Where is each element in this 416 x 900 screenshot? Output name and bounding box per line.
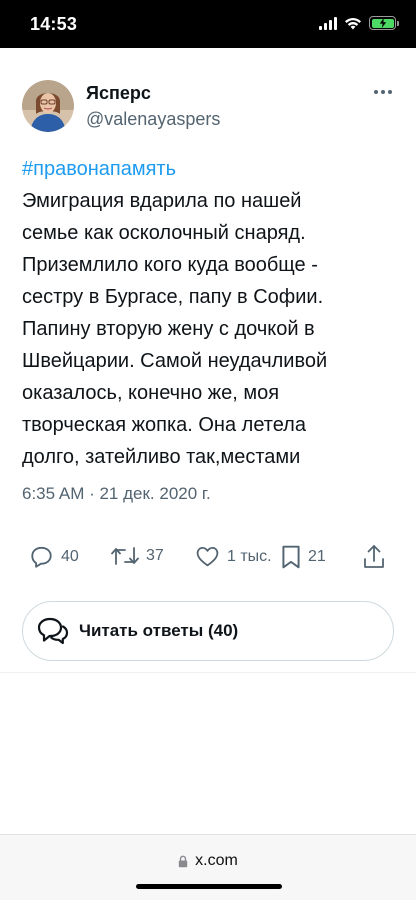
heart-icon	[196, 546, 219, 567]
cellular-signal-icon	[319, 16, 337, 30]
battery-icon	[369, 16, 399, 30]
share-button[interactable]	[362, 544, 386, 570]
like-button[interactable]: 1 тыс.	[194, 544, 272, 569]
bookmark-count: 21	[308, 548, 326, 565]
bookmark-icon	[282, 545, 300, 569]
reply-button[interactable]: 40	[28, 544, 79, 570]
share-icon	[364, 545, 384, 568]
read-replies-button[interactable]: Читать ответы (40)	[22, 601, 394, 661]
author-display-name[interactable]: Ясперс	[86, 83, 151, 104]
tweet-text: Эмиграция вдарила по нашей семье как оск…	[22, 190, 328, 468]
home-indicator[interactable]	[136, 884, 282, 889]
avatar[interactable]	[22, 80, 74, 132]
reply-icon	[31, 546, 52, 568]
lock-icon	[178, 855, 188, 867]
chat-bubbles-icon	[37, 617, 69, 645]
wifi-icon	[345, 17, 361, 29]
tweet-body: #правонапамять Эмиграция вдарила по наше…	[22, 153, 394, 473]
divider	[0, 672, 416, 673]
tweet-actions: 40 37 1 тыс. 21	[22, 544, 392, 578]
bookmark-button[interactable]: 21	[280, 544, 326, 570]
url-text: x.com	[195, 852, 238, 869]
status-bar: 14:53	[0, 0, 416, 48]
reply-count: 40	[61, 548, 79, 565]
like-count: 1 тыс.	[227, 547, 272, 565]
status-icons	[319, 16, 399, 30]
retweet-icon	[111, 547, 139, 565]
read-replies-label: Читать ответы (40)	[79, 621, 239, 640]
more-options-icon[interactable]	[374, 84, 392, 100]
hashtag-link[interactable]: #правонапамять	[22, 153, 394, 185]
retweet-button[interactable]: 37	[110, 544, 164, 568]
status-time: 14:53	[30, 14, 78, 34]
tweet-timestamp[interactable]: 6:35 AM · 21 дек. 2020 г.	[22, 484, 211, 504]
author-handle[interactable]: @valenayaspers	[86, 109, 220, 130]
browser-bottom-bar: x.com	[0, 834, 416, 900]
address-bar[interactable]: x.com	[0, 852, 416, 870]
retweet-count: 37	[146, 547, 164, 564]
